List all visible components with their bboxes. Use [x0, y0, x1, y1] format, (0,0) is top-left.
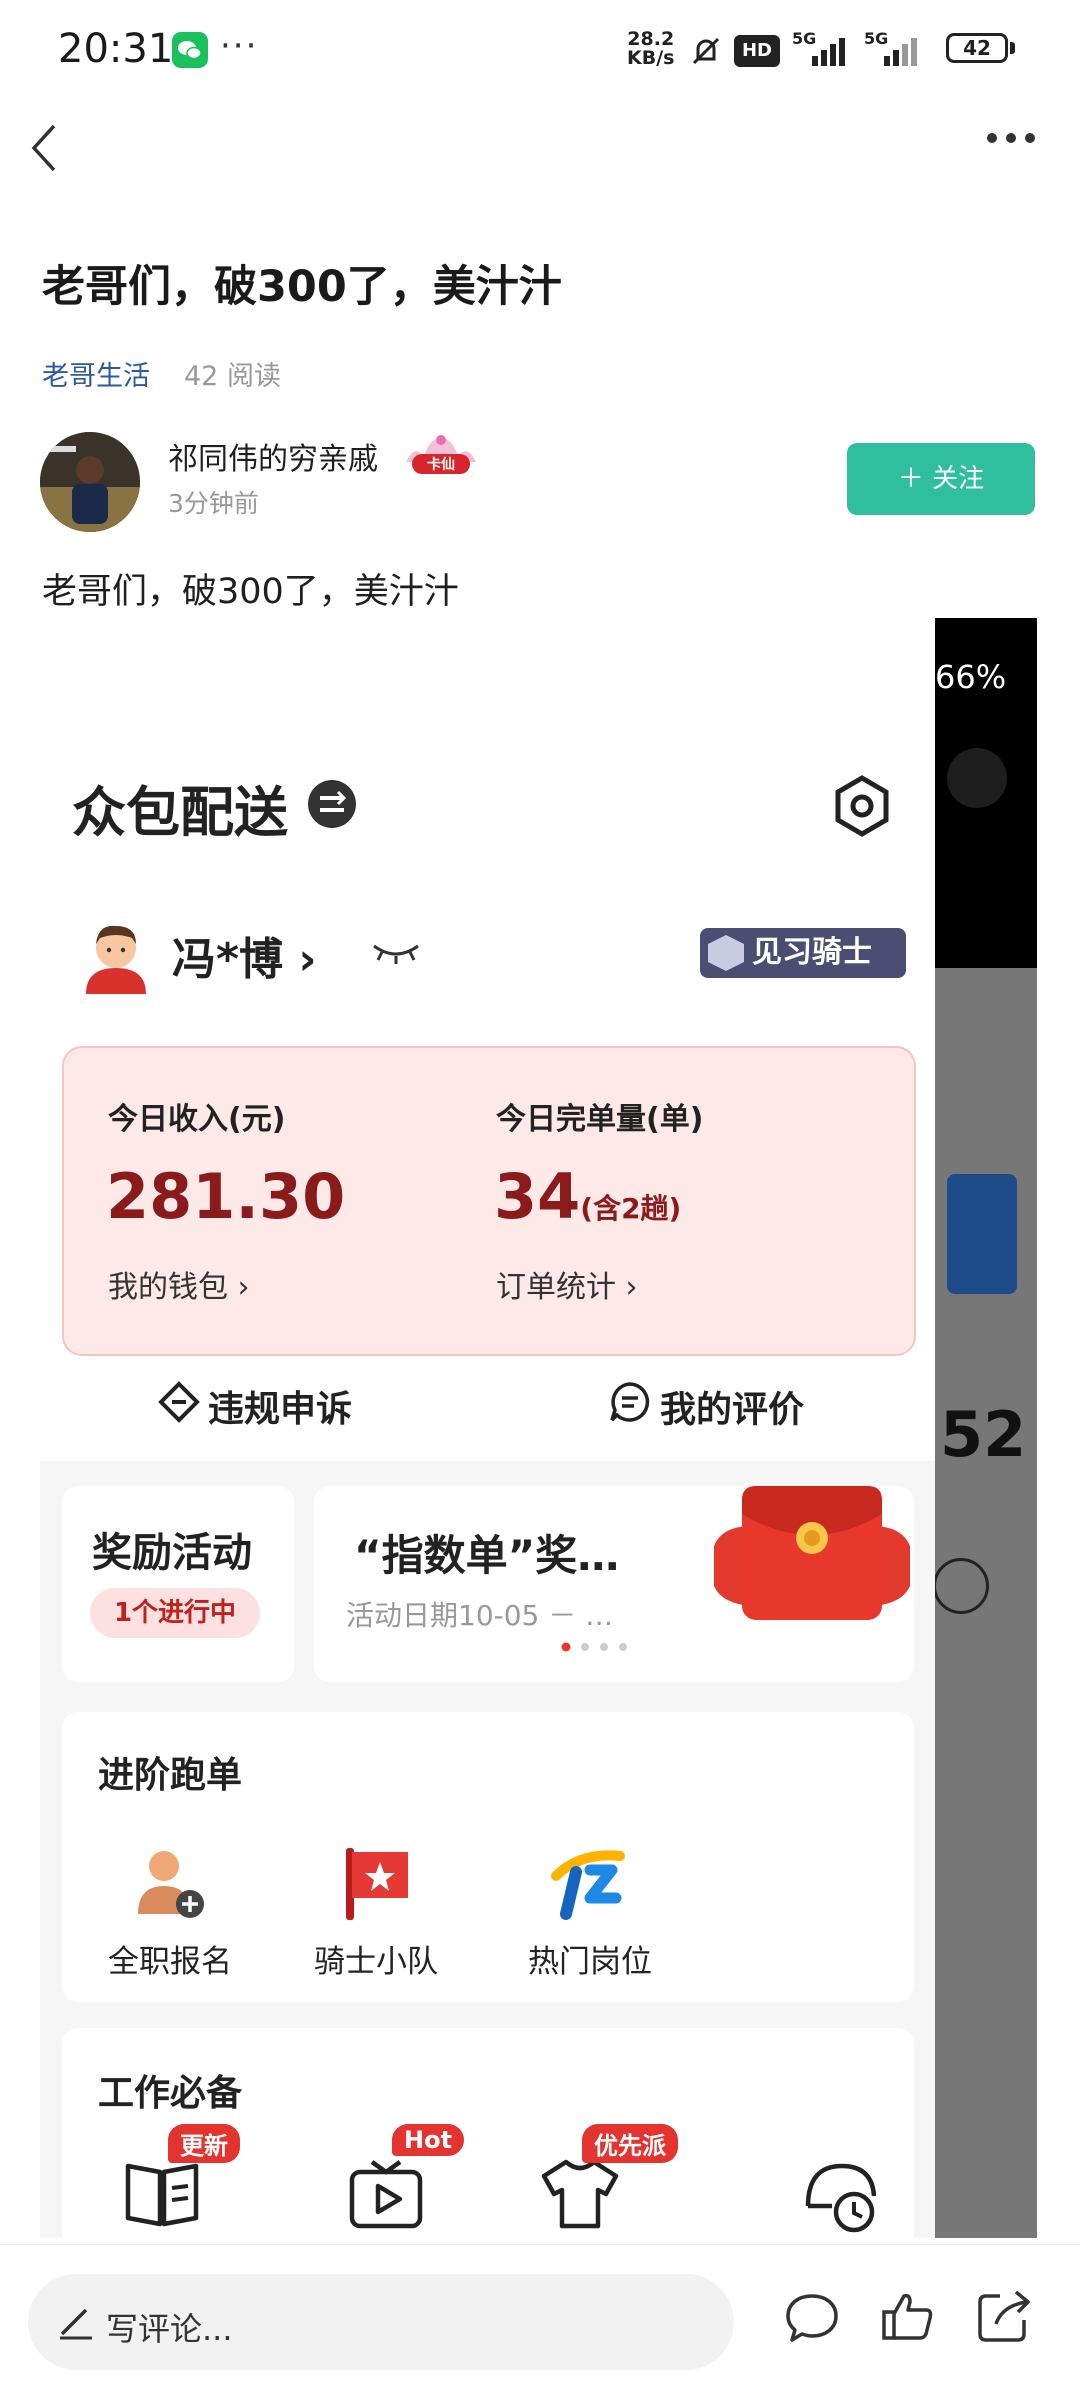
svg-text:卡仙: 卡仙: [427, 456, 455, 473]
battery-tip: [1010, 42, 1015, 54]
hd-badge: HD: [734, 35, 780, 67]
orders-value: 34(含2趟): [494, 1160, 682, 1233]
rider-level-badge: 见习骑士: [700, 928, 906, 978]
essentials-title: 工作必备: [98, 2073, 243, 2114]
side-percent: 66%: [935, 658, 1007, 696]
side-bell-icon: [947, 748, 1007, 808]
like-icon[interactable]: [880, 2288, 936, 2348]
comment-icon[interactable]: [784, 2290, 840, 2350]
app-title: 众包配送: [72, 781, 288, 844]
team-flag-icon: [336, 1842, 416, 1926]
status-time: 20:31: [58, 26, 174, 72]
post-title: 老哥们，破300了，美汁汁: [42, 262, 562, 312]
promo-title: “指数单”奖…: [354, 1531, 620, 1580]
author-name[interactable]: 祁同伟的穷亲戚: [168, 434, 378, 478]
more-options-icon[interactable]: [985, 130, 1037, 149]
post-time: 3分钟前: [168, 489, 259, 518]
rider-avatar: [80, 918, 152, 994]
post-image[interactable]: 66% 52 众包配送 冯*博 › 见习骑士 今日收入(元) 281.30 我的…: [40, 618, 1037, 2238]
tag-update: 更新: [168, 2124, 240, 2163]
carousel-dots: [560, 1638, 630, 1657]
orders-label: 今日完单量(单): [496, 1102, 704, 1137]
side-navigate-icon: [933, 1558, 989, 1614]
income-label: 今日收入(元): [108, 1102, 286, 1137]
appeal-icon: [158, 1380, 200, 1432]
network-speed: 28.2 KB/s: [627, 28, 675, 69]
helmet-clock-icon[interactable]: [802, 2156, 882, 2238]
advanced-card: 进阶跑单 全职报名 骑士小队 热门岗位: [62, 1712, 914, 2002]
appeal-button[interactable]: 违规申诉: [158, 1380, 352, 1432]
signal-icon-2: 5G: [862, 29, 928, 72]
guide-book-icon[interactable]: [124, 2158, 200, 2232]
svg-text:5G: 5G: [792, 30, 816, 48]
post-category-link[interactable]: 老哥生活: [42, 354, 150, 393]
battery-indicator: 42: [946, 33, 1008, 63]
hot-jobs-label[interactable]: 热门岗位: [510, 1936, 670, 1981]
video-icon[interactable]: [348, 2158, 424, 2234]
rider-name[interactable]: 冯*博 ›: [172, 923, 316, 987]
reward-title: 奖励活动: [92, 1530, 252, 1576]
settings-icon: [830, 774, 894, 842]
switch-icon: [308, 780, 356, 828]
order-stats-link[interactable]: 订单统计 ›: [496, 1262, 638, 1306]
tag-hot: Hot: [392, 2124, 465, 2156]
red-packet-icon: [712, 1486, 912, 1630]
hot-jobs-icon: [550, 1842, 630, 1926]
reward-card[interactable]: 奖励活动 1个进行中: [62, 1486, 294, 1682]
follow-button[interactable]: ＋ 关注: [847, 443, 1035, 515]
back-icon[interactable]: [24, 118, 64, 182]
signal-icon: 5G: [790, 29, 856, 72]
tag-priority: 优先派: [582, 2124, 678, 2163]
user-level-badge: 卡仙: [400, 432, 482, 482]
app-screen: 众包配送 冯*博 › 见习骑士 今日收入(元) 281.30 我的钱包 › 今日…: [40, 618, 935, 2238]
essentials-card: 工作必备 更新 Hot 优先派: [62, 2028, 914, 2238]
fulltime-icon: [130, 1844, 210, 1928]
running-pill: 1个进行中: [90, 1588, 260, 1638]
side-number: 52: [940, 1398, 1027, 1471]
status-bar: 20:31 ··· 28.2 KB/s HD 5G 5G 42: [0, 0, 1080, 100]
comment-icon: [608, 1380, 652, 1433]
share-icon[interactable]: [976, 2288, 1032, 2348]
comment-placeholder[interactable]: 写评论...: [106, 2304, 233, 2350]
wechat-icon: [172, 32, 208, 68]
earnings-card: 今日收入(元) 281.30 我的钱包 › 今日完单量(单) 34(含2趟) 订…: [62, 1046, 916, 1356]
income-value: 281.30: [106, 1160, 346, 1233]
wallet-link[interactable]: 我的钱包 ›: [108, 1262, 250, 1306]
status-more-dots: ···: [220, 26, 259, 66]
bell-muted-icon: [688, 33, 724, 73]
promo-date: 活动日期10-05 － …: [346, 1599, 614, 1632]
read-count: 42 阅读: [184, 361, 281, 392]
author-avatar[interactable]: [40, 432, 140, 532]
eye-closed-icon: [368, 936, 424, 970]
uniform-icon[interactable]: [540, 2158, 620, 2234]
svg-text:5G: 5G: [864, 30, 888, 48]
rider-team-label[interactable]: 骑士小队: [296, 1936, 456, 1981]
fulltime-signup-label[interactable]: 全职报名: [90, 1936, 250, 1981]
level-hex-icon: [708, 935, 744, 971]
side-blue-block: [947, 1174, 1017, 1294]
advanced-title: 进阶跑单: [98, 1755, 243, 1796]
pencil-icon: [56, 2300, 96, 2344]
post-body: 老哥们，破300了，美汁汁: [42, 572, 459, 612]
my-reviews-button[interactable]: 我的评价: [608, 1380, 804, 1433]
